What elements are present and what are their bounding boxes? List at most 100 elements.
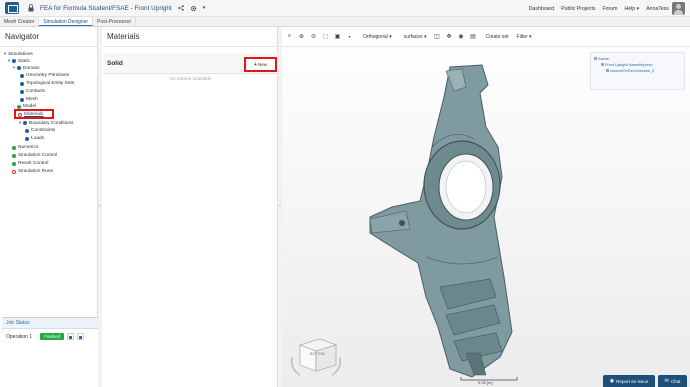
app-root: FEA for Formula Student/FSAE - Front Upr… [0, 0, 690, 387]
chevron-down-icon[interactable]: ▾ [7, 58, 11, 64]
tree-item-result-control[interactable]: Result Control [12, 161, 48, 166]
tab-mesh-creator[interactable]: Mesh Creator [0, 17, 40, 26]
tree-item-mesh[interactable]: Mesh [20, 97, 38, 102]
forum-link[interactable]: Forum [603, 6, 618, 12]
status-check-icon [12, 153, 16, 158]
share-icon[interactable] [178, 5, 184, 11]
tree-item-label: Simulations [8, 51, 33, 57]
tree-item-label: Mesh [26, 97, 38, 102]
front-upright-model[interactable] [362, 57, 532, 387]
tree-item-domain[interactable]: ▾ Domain [12, 65, 40, 71]
solid-section-header: Solid + New [103, 53, 278, 74]
top-nav: Dashboard Public Projects Forum Help ▾ A… [529, 0, 690, 17]
view-cube-face-label: BOTTOM [310, 352, 325, 356]
chat-label: Chat [670, 378, 681, 384]
chevron-down-icon[interactable]: ▾ [12, 65, 16, 71]
tree-item-label: Contacts [26, 89, 45, 94]
tree-item-topological-entity-sets[interactable]: Topological Entity Sets [20, 81, 74, 86]
chevron-down-icon[interactable]: ▾ [3, 51, 7, 57]
tab-simulation-designer[interactable]: Simulation Designer [39, 17, 94, 26]
avatar[interactable] [672, 2, 685, 15]
pan-icon[interactable]: ✥ [444, 32, 453, 41]
report-issue-label: Report an issue [616, 378, 649, 384]
scene-model-label: Front Upright NaamMyvesh [605, 62, 653, 67]
job-status-panel: Job Status Operation 1 Finished [2, 317, 98, 387]
chevron-left-icon[interactable]: ‹ [98, 202, 102, 210]
viewer-toolbar: ⌕ ⊕ ⊖ ⬚ ▣ ▾ Orthogonal ▾ surfaces ▾ ◫ ✥ … [282, 27, 690, 47]
public-projects-link[interactable]: Public Projects [561, 6, 595, 12]
tree-item-simulation-runs[interactable]: Simulation Runs [12, 169, 53, 174]
gear-icon[interactable] [190, 5, 197, 12]
chevron-down-icon[interactable]: ▾ [203, 5, 206, 11]
status-dot-icon [23, 121, 27, 125]
tree-item-label: Boundary Conditions [29, 120, 74, 126]
new-material-button[interactable]: + New [244, 57, 277, 72]
tree-item-numerics[interactable]: Numerics [12, 145, 38, 150]
navigator-resize-handle[interactable]: ‹ [98, 27, 102, 387]
delete-job-button[interactable] [76, 333, 84, 340]
materials-panel: Materials Solid + New No entries availabl… [103, 27, 278, 387]
top-bar: FEA for Formula Student/FSAE - Front Upr… [0, 0, 690, 17]
status-check-icon [17, 104, 21, 109]
empty-message: No entries available [169, 77, 212, 82]
status-dot-icon [20, 89, 24, 94]
tree-item-simulation-control[interactable]: Simulation Control [12, 153, 57, 158]
zoom-out-icon[interactable]: ⊖ [309, 32, 318, 41]
help-menu[interactable]: Help ▾ [625, 6, 640, 12]
navigator-title: Navigator [5, 32, 40, 41]
tree-item-label: Result Control [18, 161, 49, 166]
measure-icon[interactable]: ▤ [468, 32, 477, 41]
tree-item-label: Static [18, 58, 30, 64]
tree-item-simulations[interactable]: ▾ Simulations [3, 51, 33, 57]
dashboard-link[interactable]: Dashboard [529, 6, 554, 12]
view-cube-icon[interactable]: ⬚ [321, 32, 330, 41]
scene-volume[interactable]: volumeOnGeoVolumes_0 [594, 68, 681, 74]
tab-post-processor[interactable]: Post-Processor [93, 17, 137, 26]
chevron-down-icon[interactable]: ▾ [18, 120, 22, 126]
tab-bar: Mesh Creator Simulation Designer Post-Pr… [0, 17, 690, 27]
projection-select[interactable]: Orthogonal ▾ [360, 32, 395, 42]
tree-item-loads[interactable]: Loads [25, 136, 44, 141]
scene-tree: Scene Front Upright NaamMyvesh volumeOnG… [590, 52, 685, 90]
materials-highlight-box [14, 109, 54, 119]
tree-item-boundary-conditions[interactable]: ▾ Boundary Conditions [18, 120, 74, 126]
chat-icon: ✉ [664, 378, 669, 384]
divider [103, 46, 278, 47]
cut-plane-icon[interactable]: ◫ [432, 32, 441, 41]
tree-item-constraints[interactable]: Constraints [25, 128, 55, 133]
stop-job-button[interactable] [66, 333, 74, 340]
model-icon [601, 63, 604, 67]
user-name[interactable]: AnnaTess [646, 6, 669, 12]
tree-item-static[interactable]: ▾ Static [7, 58, 30, 64]
tree-item-label: Constraints [31, 128, 56, 133]
status-dot-icon [20, 81, 24, 86]
tree-item-geometry-primitives[interactable]: Geometry Primitives [20, 73, 69, 78]
lock-icon [28, 4, 34, 12]
tree-item-contacts[interactable]: Contacts [20, 89, 45, 94]
job-status-title[interactable]: Job Status [2, 318, 98, 329]
status-badge: Finished [40, 333, 64, 340]
tree-item-label: Geometry Primitives [26, 73, 70, 78]
scale-label: 0.05 [m] [478, 380, 493, 385]
visibility-icon[interactable]: ◉ [456, 32, 465, 41]
zoom-in-icon[interactable]: ⊕ [297, 32, 306, 41]
solid-section-title: Solid [107, 60, 123, 67]
status-dot-icon [20, 97, 24, 102]
create-set-button[interactable]: Create set [485, 34, 508, 40]
status-check-icon [12, 161, 16, 166]
camera-icon[interactable]: ▣ [333, 32, 342, 41]
tree-item-label: Simulation Runs [18, 169, 53, 174]
chat-button[interactable]: ✉ Chat [658, 375, 687, 387]
chevron-down-icon[interactable]: ▾ [345, 32, 354, 41]
render-mode-select[interactable]: surfaces ▾ [401, 32, 430, 42]
tree-item-label: Numerics [18, 145, 39, 150]
simscale-logo-icon[interactable] [5, 2, 19, 14]
plus-icon: + [254, 61, 257, 68]
report-issue-button[interactable]: ◉ Report an issue [603, 375, 655, 387]
3d-viewer[interactable]: ⌕ ⊕ ⊖ ⬚ ▣ ▾ Orthogonal ▾ surfaces ▾ ◫ ✥ … [282, 27, 690, 387]
zoom-fit-icon[interactable]: ⌕ [285, 32, 294, 41]
filter-select[interactable]: Filter ▾ [517, 34, 532, 40]
project-title[interactable]: FEA for Formula Student/FSAE - Front Upr… [40, 5, 172, 12]
speech-bubble-icon: ◉ [609, 378, 615, 384]
tree-item-label: Topological Entity Sets [26, 81, 75, 86]
